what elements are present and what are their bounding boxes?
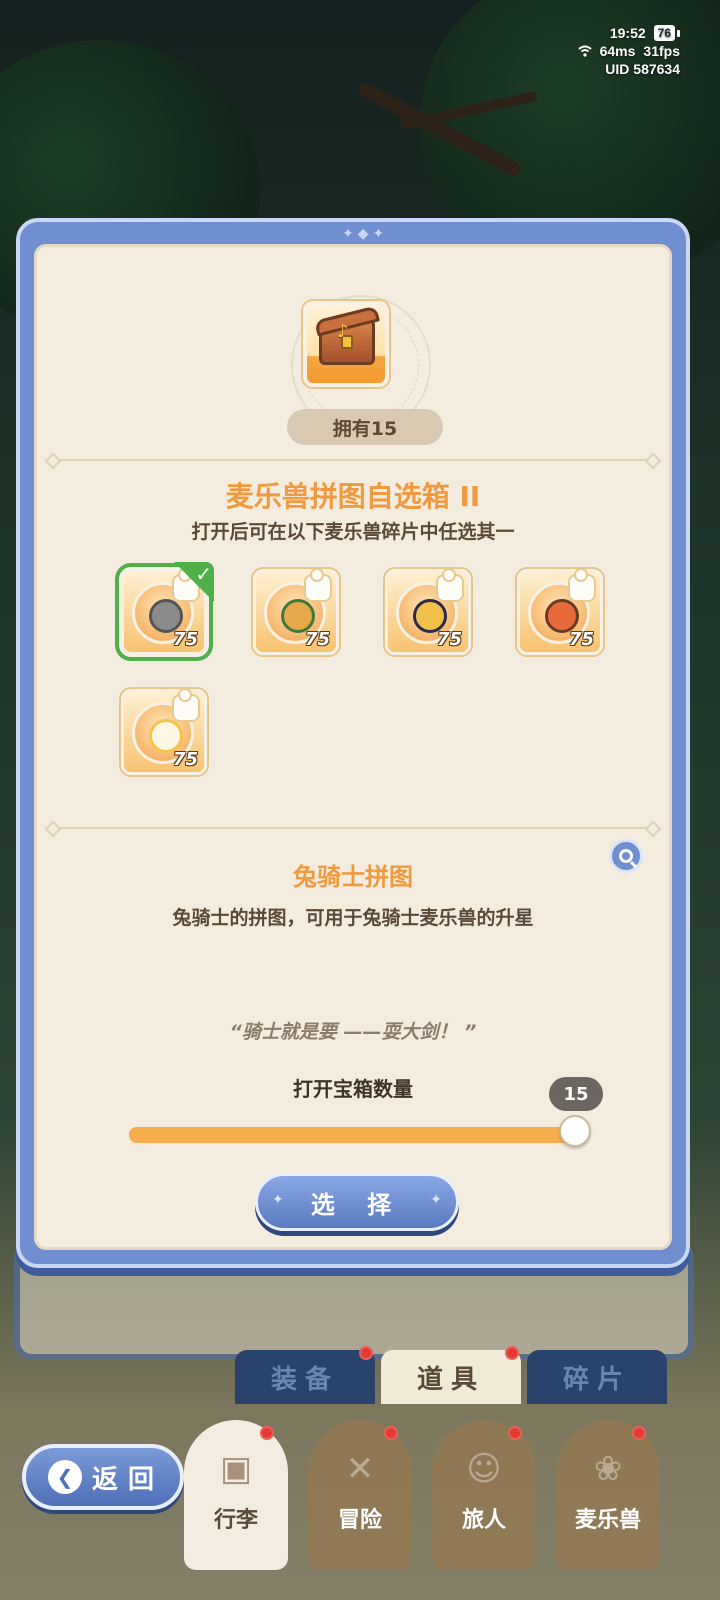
flavor-quote: “骑士就是要 ——耍大剑！ ”: [229, 1021, 477, 1043]
bottom-nav: ▣ 行李 ✕ 冒险 ☺ 旅人 ❀ 麦乐兽: [184, 1420, 660, 1570]
backpack-icon: ▣: [219, 1449, 253, 1489]
box-description: 打开后可在以下麦乐兽碎片中任选其一: [191, 521, 515, 543]
zoom-button[interactable]: [609, 839, 643, 873]
status-bar: 19:52 76 64ms 31fps UID 587634: [520, 24, 680, 78]
back-arrow-icon: ❮: [48, 1460, 82, 1494]
fragment-title: 兔骑士拼图: [293, 863, 413, 891]
back-button[interactable]: ❮ 返回: [22, 1444, 184, 1510]
tab-equipment[interactable]: 装备: [235, 1346, 375, 1404]
tab-fragments[interactable]: 碎片: [527, 1350, 667, 1404]
piece-option-captain[interactable]: 75: [385, 569, 471, 655]
character-icon: ☺: [466, 1449, 502, 1489]
selected-check-icon: ✓: [174, 562, 214, 602]
nav-pets[interactable]: ❀ 麦乐兽: [556, 1420, 660, 1570]
knight-portrait: [149, 599, 183, 633]
puzzle-icon: [438, 570, 462, 600]
select-button[interactable]: 选 择: [255, 1173, 459, 1231]
puzzle-icon: [570, 570, 594, 600]
piece-option-green-hat[interactable]: 75: [253, 569, 339, 655]
ping-readout: 64ms: [599, 43, 636, 59]
nav-adventure[interactable]: ✕ 冒险: [308, 1420, 412, 1570]
dialog-body: ♪ 拥有15 麦乐兽拼图自选箱 II 打开后可在以下麦乐兽碎片中任选其一 75 …: [34, 244, 672, 1250]
notification-dot: [632, 1426, 646, 1440]
piece-option-fox-pilot[interactable]: 75: [517, 569, 603, 655]
magnifier-icon: [619, 849, 633, 863]
divider: [51, 827, 655, 829]
pet-portrait: [149, 719, 183, 753]
pet-portrait: [413, 599, 447, 633]
wifi-icon: [577, 45, 592, 57]
piece-option-white-cat[interactable]: 75: [121, 689, 207, 775]
fps-readout: 31fps: [643, 43, 680, 59]
quantity-value-bubble: 15: [549, 1077, 603, 1111]
inventory-sub-tabs: 装备 道具 碎片: [235, 1346, 667, 1404]
tab-items[interactable]: 道具: [381, 1346, 521, 1404]
owned-count: 拥有15: [287, 409, 443, 445]
notification-dot: [260, 1426, 274, 1440]
nav-luggage[interactable]: ▣ 行李: [184, 1420, 288, 1570]
notification-dot: [384, 1426, 398, 1440]
notification-dot: [505, 1346, 519, 1360]
uid-readout: UID 587634: [605, 61, 680, 77]
pet-portrait: [545, 599, 579, 633]
quantity-slider-handle[interactable]: [559, 1115, 591, 1147]
notification-dot: [359, 1346, 373, 1360]
chest-select-dialog: ✦◆✦ ♪ 拥有15 麦乐兽拼图自选箱 II 打开后可在以下麦乐兽碎片中任选其一…: [16, 218, 690, 1268]
music-note-icon: ♪: [337, 321, 349, 342]
quantity-slider-fill: [129, 1127, 589, 1143]
box-title: 麦乐兽拼图自选箱 II: [225, 480, 481, 513]
divider: [51, 459, 655, 461]
piece-option-rabbit-knight[interactable]: 75 ✓: [121, 562, 214, 655]
crossed-swords-icon: ✕: [345, 1449, 375, 1489]
ornament-icon: ✦◆✦: [342, 226, 389, 242]
pet-icon: ❀: [593, 1449, 623, 1489]
clock: 19:52: [609, 25, 646, 41]
nav-travelers[interactable]: ☺ 旅人: [432, 1420, 536, 1570]
puzzle-icon: [306, 570, 330, 600]
chest-item-icon: ♪: [303, 301, 389, 387]
battery-icon: 76: [653, 25, 680, 41]
puzzle-icon: [174, 690, 198, 720]
notification-dot: [508, 1426, 522, 1440]
quantity-slider-track[interactable]: [129, 1127, 589, 1143]
fragment-description: 兔骑士的拼图，可用于兔骑士麦乐兽的升星: [172, 907, 534, 929]
pet-portrait: [281, 599, 315, 633]
